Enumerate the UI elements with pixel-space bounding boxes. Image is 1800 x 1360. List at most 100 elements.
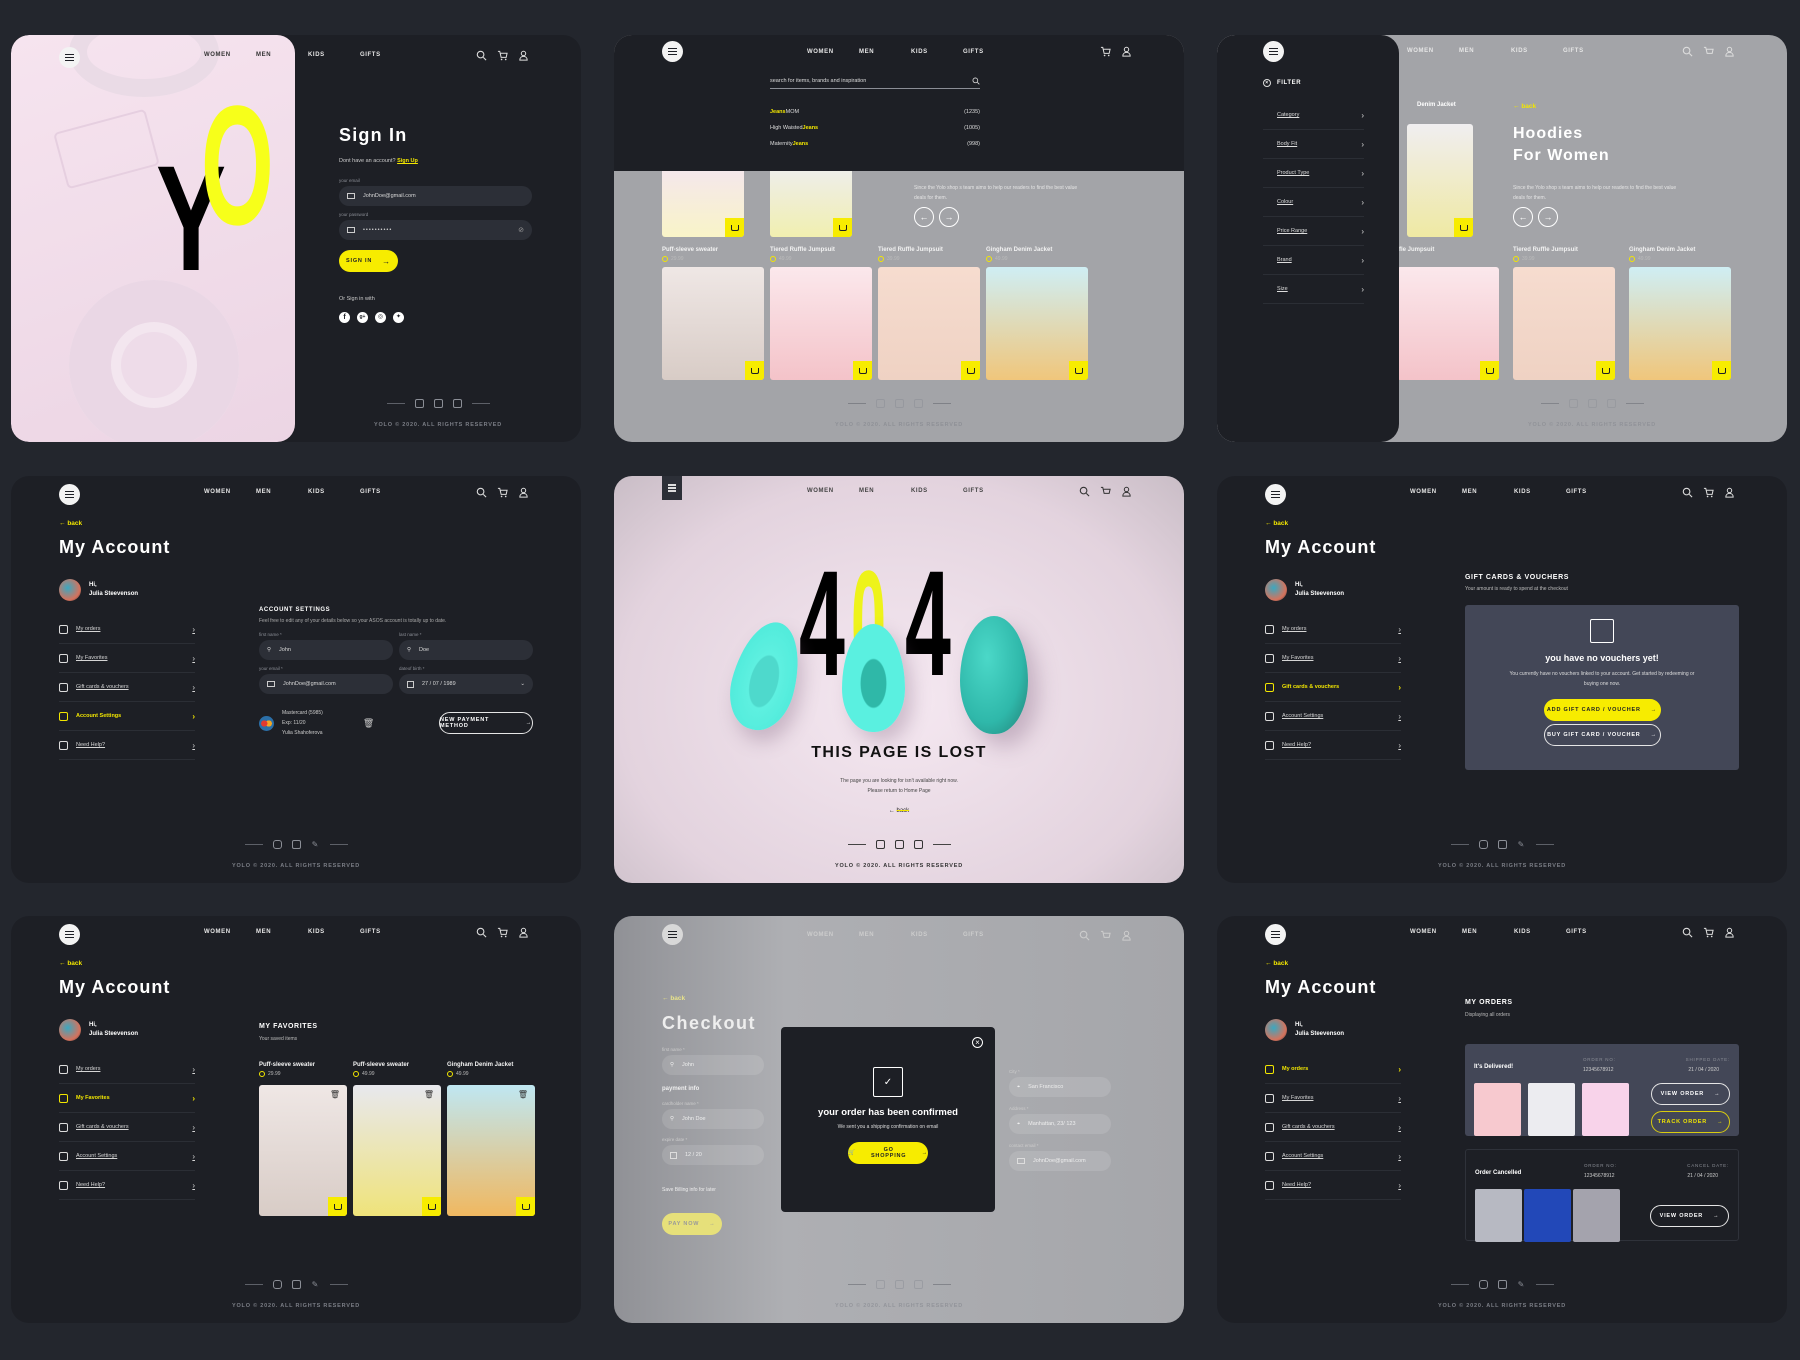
add-to-cart-button[interactable] <box>328 1197 347 1216</box>
search-icon[interactable] <box>1682 927 1693 938</box>
product-name[interactable]: Puff-sleeve sweater <box>353 1062 441 1068</box>
facebook-icon[interactable] <box>894 840 904 849</box>
product-name[interactable]: Tiered Ruffle Jumpsuit <box>878 247 980 253</box>
menu-button[interactable] <box>1265 484 1286 505</box>
account-menu-item[interactable]: My orders › <box>1265 615 1401 644</box>
nav-kids[interactable]: KIDS <box>1514 929 1566 935</box>
user-icon[interactable] <box>1724 487 1735 498</box>
cart-icon[interactable] <box>1100 930 1111 941</box>
search-icon[interactable] <box>476 50 487 61</box>
user-icon[interactable] <box>1121 930 1132 941</box>
nav-women[interactable]: WOMEN <box>204 489 256 495</box>
trash-icon[interactable]: 🗑 <box>518 1090 528 1099</box>
product-card[interactable] <box>1397 267 1499 380</box>
account-menu-item[interactable]: My Favorites › <box>59 644 195 673</box>
add-to-cart-button[interactable] <box>1480 361 1499 380</box>
favorite-card[interactable]: 🗑 <box>353 1085 441 1216</box>
nav-men[interactable]: MEN <box>256 929 308 935</box>
favorite-card[interactable]: 🗑 <box>259 1085 347 1216</box>
instagram-icon[interactable]: ◎ <box>375 312 386 323</box>
track-order-button[interactable]: TRACK ORDER → <box>1651 1111 1730 1133</box>
nav-women[interactable]: WOMEN <box>807 49 859 55</box>
add-to-cart-button[interactable] <box>516 1197 535 1216</box>
twitter-icon[interactable] <box>913 1280 923 1289</box>
twitter-icon[interactable] <box>913 399 923 408</box>
nav-gifts[interactable]: GIFTS <box>360 489 412 495</box>
nav-gifts[interactable]: GIFTS <box>1563 48 1615 54</box>
add-to-cart-button[interactable] <box>1712 361 1731 380</box>
user-icon[interactable] <box>1724 927 1735 938</box>
twitter-icon[interactable]: ✎ <box>311 840 320 849</box>
add-to-cart-button[interactable] <box>1596 361 1615 380</box>
account-menu-item[interactable]: Need Help? › <box>59 731 195 760</box>
account-menu-item[interactable]: My Favorites › <box>1265 644 1401 673</box>
password-field[interactable]: •••••••••• ⊘ <box>339 220 532 240</box>
twitter-icon[interactable] <box>452 399 462 408</box>
product-card[interactable] <box>1513 267 1615 380</box>
order-item-thumbnail[interactable] <box>1474 1083 1521 1136</box>
account-menu-item[interactable]: Need Help? › <box>1265 731 1401 760</box>
facebook-icon[interactable] <box>1587 399 1597 408</box>
nav-gifts[interactable]: GIFTS <box>360 52 412 58</box>
add-to-cart-button[interactable] <box>961 361 980 380</box>
nav-men[interactable]: MEN <box>1462 929 1514 935</box>
nav-kids[interactable]: KIDS <box>1511 48 1563 54</box>
view-order-button[interactable]: VIEW ORDER → <box>1650 1205 1729 1227</box>
account-menu-item[interactable]: Gift cards & vouchers › <box>1265 1113 1401 1142</box>
twitter-icon[interactable] <box>1606 399 1616 408</box>
prev-button[interactable]: ← <box>914 207 934 227</box>
nav-women[interactable]: WOMEN <box>807 488 859 494</box>
account-menu-item[interactable]: My Favorites › <box>59 1084 195 1113</box>
filter-item[interactable]: Brand › <box>1263 246 1364 275</box>
add-to-cart-button[interactable] <box>725 218 744 237</box>
add-to-cart-button[interactable] <box>745 361 764 380</box>
product-name[interactable]: ffle Jumpsuit <box>1397 247 1499 253</box>
product-card[interactable] <box>986 267 1088 380</box>
go-shopping-button[interactable]: 🛒 GO SHOPPING → <box>848 1142 928 1164</box>
nav-gifts[interactable]: GIFTS <box>963 49 1015 55</box>
close-button[interactable]: × <box>972 1037 983 1048</box>
nav-men[interactable]: MEN <box>1462 489 1514 495</box>
account-menu-item[interactable]: Account Settings › <box>1265 702 1401 731</box>
add-voucher-button[interactable]: ADD GIFT CARD / VOUCHER → <box>1543 699 1661 721</box>
user-icon[interactable] <box>1121 46 1132 57</box>
menu-button[interactable] <box>59 47 80 68</box>
account-menu-item[interactable]: Gift cards & vouchers › <box>59 1113 195 1142</box>
nav-men[interactable]: MEN <box>859 49 911 55</box>
search-icon[interactable] <box>972 77 980 85</box>
cart-icon[interactable] <box>1703 487 1714 498</box>
order-item-thumbnail[interactable] <box>1573 1189 1620 1242</box>
filter-item[interactable]: Price Range › <box>1263 217 1364 246</box>
trash-icon[interactable]: 🗑 <box>330 1090 340 1099</box>
back-link[interactable]: ← back <box>59 520 82 527</box>
contact-email-field[interactable]: JohnDoe@gmail.com <box>1009 1151 1111 1171</box>
facebook-icon[interactable]: f <box>339 312 350 323</box>
google-plus-icon[interactable]: g+ <box>357 312 368 323</box>
nav-kids[interactable]: KIDS <box>308 52 360 58</box>
add-to-cart-button[interactable] <box>1069 361 1088 380</box>
email-field[interactable]: JohnDoe@gmail.com <box>339 186 532 206</box>
instagram-icon[interactable] <box>875 399 885 408</box>
filter-item[interactable]: Category › <box>1263 101 1364 130</box>
instagram-icon[interactable] <box>272 1280 282 1289</box>
facebook-icon[interactable] <box>291 1280 301 1289</box>
cart-icon[interactable] <box>497 487 508 498</box>
nav-gifts[interactable]: GIFTS <box>963 932 1015 938</box>
product-name[interactable]: Puff-sleeve sweater <box>259 1062 347 1068</box>
user-icon[interactable] <box>518 927 529 938</box>
menu-button[interactable] <box>1263 41 1284 62</box>
user-icon[interactable] <box>518 487 529 498</box>
menu-button[interactable] <box>1265 924 1286 945</box>
product-card[interactable] <box>1407 124 1473 237</box>
search-icon[interactable] <box>476 487 487 498</box>
facebook-icon[interactable] <box>1497 1280 1507 1289</box>
first-name-field[interactable]: ⚲ John <box>662 1055 764 1075</box>
order-item-thumbnail[interactable] <box>1582 1083 1629 1136</box>
dob-select[interactable]: 27 / 07 / 1989 ⌄ <box>399 674 533 694</box>
search-icon[interactable] <box>1079 930 1090 941</box>
account-menu-item[interactable]: Gift cards & vouchers › <box>59 673 195 702</box>
product-name[interactable]: Gingham Denim Jacket <box>447 1062 535 1068</box>
next-button[interactable]: → <box>1538 207 1558 227</box>
instagram-icon[interactable] <box>1478 1280 1488 1289</box>
account-menu-item[interactable]: Account Settings › <box>59 702 195 731</box>
